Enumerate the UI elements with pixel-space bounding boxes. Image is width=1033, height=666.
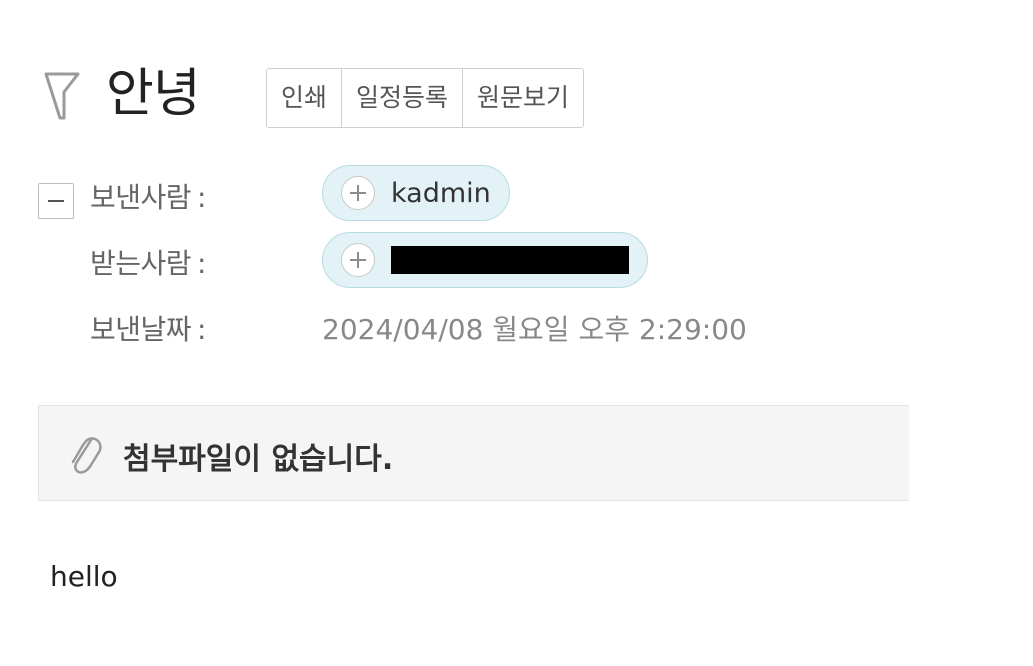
no-attachments-message: 첨부파일이 없습니다. bbox=[123, 442, 394, 477]
plus-icon[interactable] bbox=[341, 176, 375, 210]
print-button[interactable]: 인쇄 bbox=[267, 69, 343, 127]
mail-body: hello bbox=[50, 560, 118, 593]
sent-date-label-text: 보낸날짜 bbox=[90, 313, 192, 346]
recipient-address-redacted[interactable] bbox=[391, 246, 629, 274]
mail-action-buttons: 인쇄 일정등록 원문보기 bbox=[266, 68, 585, 128]
recipient-chip bbox=[322, 232, 648, 288]
recipient-label: 받는사람: bbox=[90, 242, 206, 282]
flag-icon[interactable] bbox=[42, 70, 82, 122]
sent-date-label-colon: : bbox=[197, 313, 206, 346]
paperclip-icon bbox=[71, 437, 102, 474]
sender-label-text: 보낸사람 bbox=[90, 181, 192, 214]
plus-icon[interactable] bbox=[341, 243, 375, 277]
sender-label-colon: : bbox=[197, 181, 206, 214]
view-source-button[interactable]: 원문보기 bbox=[463, 69, 584, 127]
sender-name[interactable]: kadmin bbox=[391, 178, 491, 209]
sent-date-label: 보낸날짜: bbox=[90, 308, 206, 348]
schedule-register-button[interactable]: 일정등록 bbox=[342, 69, 464, 127]
minus-icon[interactable] bbox=[38, 183, 74, 219]
recipient-label-text: 받는사람 bbox=[90, 247, 192, 280]
recipient-label-colon: : bbox=[197, 247, 206, 280]
sender-chip: kadmin bbox=[322, 165, 510, 221]
attachment-box: 첨부파일이 없습니다. bbox=[38, 405, 909, 501]
mail-view: 안녕 인쇄 일정등록 원문보기 보낸사람: kadmin 받는사람: 보낸날짜:… bbox=[0, 0, 1033, 666]
mail-subject: 안녕 bbox=[106, 64, 201, 124]
sent-date-value: 2024/04/08 월요일 오후 2:29:00 bbox=[322, 313, 747, 346]
sender-label: 보낸사람: bbox=[90, 176, 206, 216]
